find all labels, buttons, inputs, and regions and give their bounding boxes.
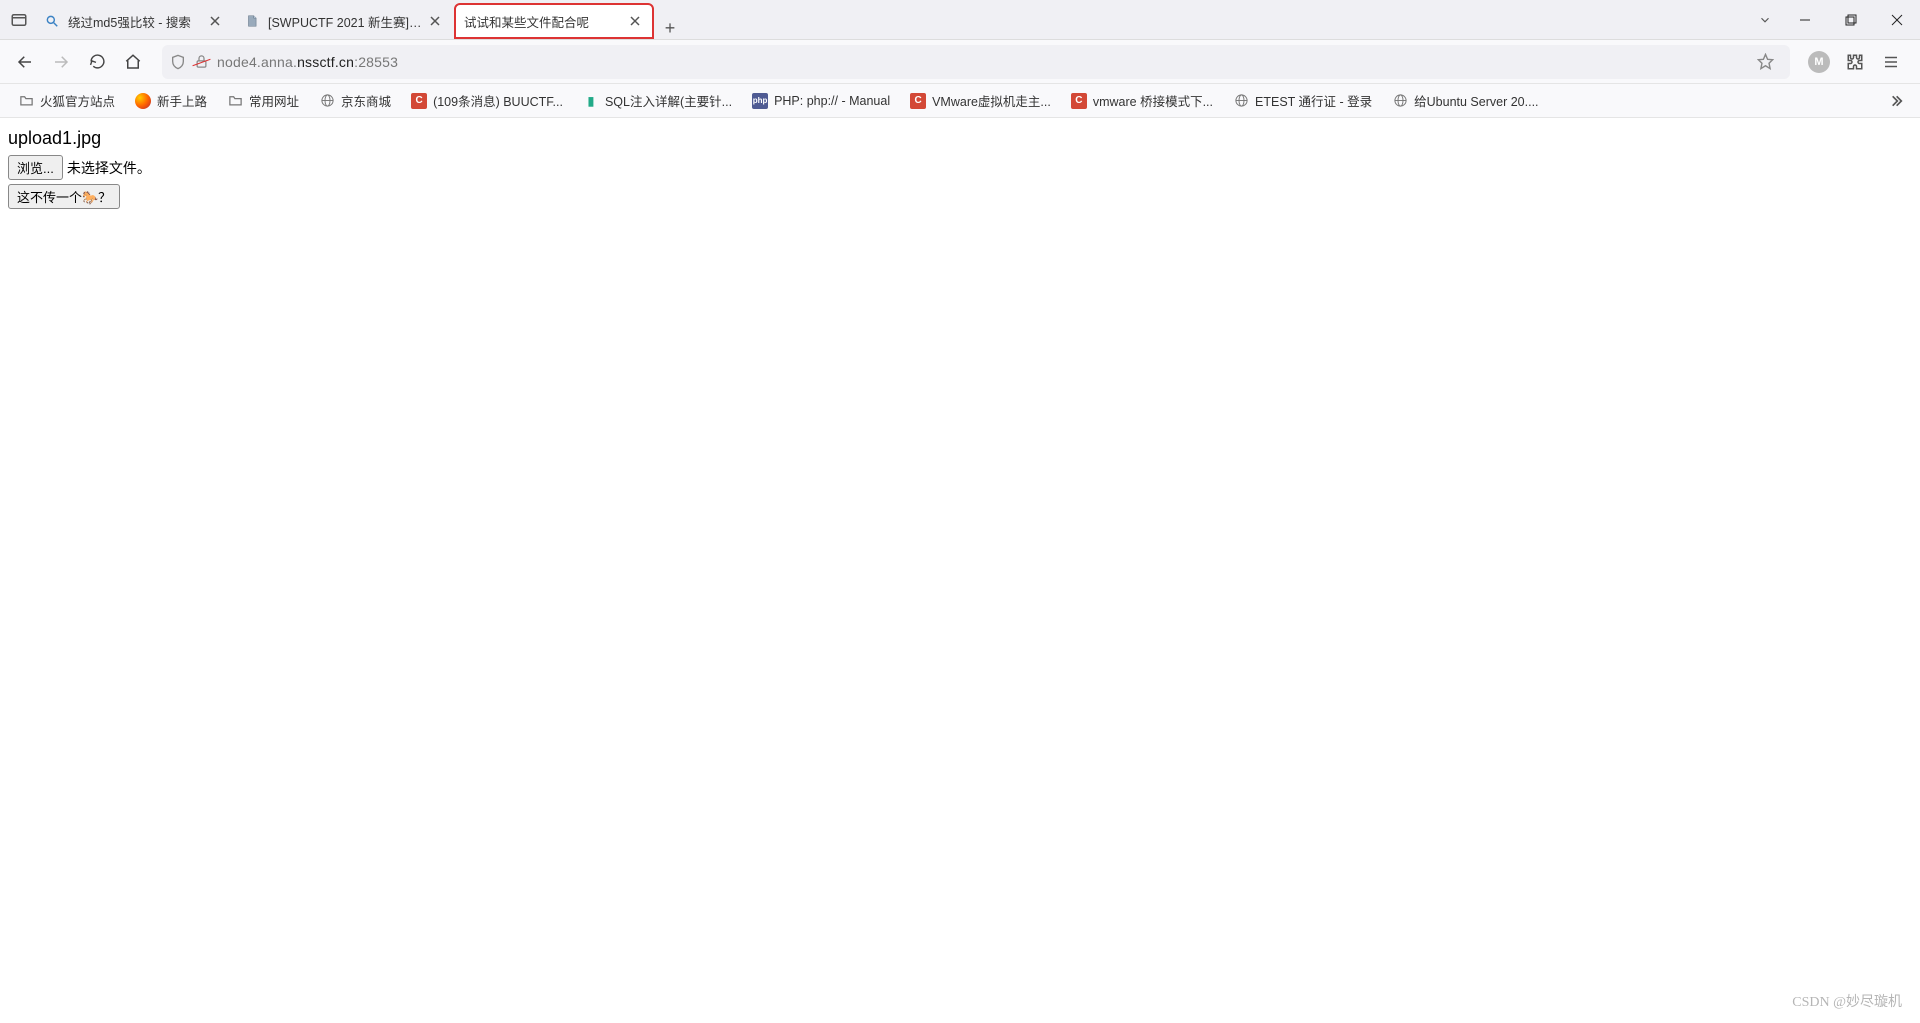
folder-icon bbox=[18, 93, 34, 109]
submit-button[interactable]: 这不传一个🐎？ bbox=[8, 184, 120, 209]
minimize-button[interactable] bbox=[1782, 0, 1828, 40]
tab-1[interactable]: [SWPUCTF 2021 新生赛]easyu bbox=[234, 3, 454, 39]
page-icon bbox=[244, 13, 260, 29]
tab-2-active[interactable]: 试试和某些文件配合呢 bbox=[454, 3, 654, 39]
tab-0[interactable]: 绕过md5强比较 - 搜索 bbox=[34, 3, 234, 39]
bookmark-item[interactable]: php PHP: php:// - Manual bbox=[744, 89, 898, 113]
hamburger-icon bbox=[1882, 53, 1900, 71]
lock-insecure-icon bbox=[194, 54, 209, 69]
puzzle-icon bbox=[1846, 53, 1864, 71]
bookmarks-overflow[interactable] bbox=[1882, 89, 1910, 113]
reload-button[interactable] bbox=[80, 45, 114, 79]
globe-icon bbox=[319, 93, 335, 109]
url-text: node4.anna.nssctf.cn:28553 bbox=[217, 54, 1740, 70]
home-icon bbox=[124, 53, 142, 71]
file-input-row: 浏览... 未选择文件。 bbox=[8, 155, 1912, 180]
close-window-button[interactable] bbox=[1874, 0, 1920, 40]
tab-close-icon[interactable] bbox=[626, 12, 644, 30]
security-indicator[interactable] bbox=[170, 54, 209, 70]
csdn-icon: C bbox=[910, 93, 926, 109]
bookmark-label: 火狐官方站点 bbox=[40, 91, 115, 110]
globe-icon bbox=[1392, 93, 1408, 109]
firefox-icon bbox=[135, 93, 151, 109]
csdn-icon: C bbox=[411, 93, 427, 109]
chevron-double-right-icon bbox=[1888, 93, 1904, 109]
bookmark-star-button[interactable] bbox=[1748, 45, 1782, 79]
file-status-text: 未选择文件。 bbox=[67, 158, 151, 178]
home-button[interactable] bbox=[116, 45, 150, 79]
page-content: upload1.jpg 浏览... 未选择文件。 这不传一个🐎？ CSDN @妙… bbox=[0, 118, 1920, 1023]
shield-icon bbox=[170, 54, 186, 70]
bookmark-label: 常用网址 bbox=[249, 91, 299, 110]
bookmark-item[interactable]: ETEST 通行证 - 登录 bbox=[1225, 87, 1380, 114]
avatar-icon: M bbox=[1808, 51, 1830, 73]
back-button[interactable] bbox=[8, 45, 42, 79]
app-menu-button[interactable] bbox=[1874, 45, 1908, 79]
bookmark-label: SQL注入详解(主要针... bbox=[605, 91, 732, 110]
bookmark-label: 给Ubuntu Server 20.... bbox=[1414, 91, 1538, 110]
forward-button[interactable] bbox=[44, 45, 78, 79]
profile-button[interactable]: M bbox=[1802, 45, 1836, 79]
bookmark-item[interactable]: 常用网址 bbox=[219, 87, 307, 114]
globe-icon bbox=[1233, 93, 1249, 109]
search-icon bbox=[44, 13, 60, 29]
bookmark-item[interactable]: Cvmware 桥接模式下... bbox=[1063, 87, 1221, 114]
php-icon: php bbox=[752, 93, 768, 109]
titlebar: 绕过md5强比较 - 搜索 [SWPUCTF 2021 新生赛]easyu 试试… bbox=[0, 0, 1920, 40]
arrow-left-icon bbox=[16, 53, 34, 71]
arrow-right-icon bbox=[52, 53, 70, 71]
bookmark-item[interactable]: 火狐官方站点 bbox=[10, 87, 123, 114]
new-tab-button[interactable]: + bbox=[654, 18, 686, 39]
nav-toolbar: node4.anna.nssctf.cn:28553 M bbox=[0, 40, 1920, 84]
watermark-text: CSDN @妙尽璇机 bbox=[1792, 991, 1902, 1011]
tab-close-icon[interactable] bbox=[426, 12, 444, 30]
tab-strip: 绕过md5强比较 - 搜索 [SWPUCTF 2021 新生赛]easyu 试试… bbox=[34, 0, 1748, 39]
tab-label: 绕过md5强比较 - 搜索 bbox=[68, 12, 202, 31]
bookmark-label: (109条消息) BUUCTF... bbox=[433, 91, 563, 110]
folder-icon bbox=[227, 93, 243, 109]
bookmark-label: VMware虚拟机走主... bbox=[932, 91, 1051, 110]
address-bar[interactable]: node4.anna.nssctf.cn:28553 bbox=[162, 45, 1790, 79]
bookmark-item[interactable]: 新手上路 bbox=[127, 87, 215, 114]
star-icon bbox=[1757, 53, 1774, 70]
browse-button[interactable]: 浏览... bbox=[8, 155, 63, 180]
sidebar-toggle[interactable] bbox=[0, 0, 34, 39]
green-bar-icon: ▮ bbox=[583, 93, 599, 109]
panel-icon bbox=[10, 11, 28, 29]
bookmark-item[interactable]: ▮ SQL注入详解(主要针... bbox=[575, 87, 740, 114]
tab-label: [SWPUCTF 2021 新生赛]easyu bbox=[268, 12, 422, 31]
maximize-button[interactable] bbox=[1828, 0, 1874, 40]
chevron-down-icon bbox=[1758, 13, 1772, 27]
tab-close-icon[interactable] bbox=[206, 12, 224, 30]
window-controls bbox=[1748, 0, 1920, 39]
extensions-button[interactable] bbox=[1838, 45, 1872, 79]
bookmark-item[interactable]: C (109条消息) BUUCTF... bbox=[403, 87, 571, 114]
bookmarks-bar: 火狐官方站点 新手上路 常用网址 京东商城 C (109条消息) BUUCTF..… bbox=[0, 84, 1920, 118]
tabs-dropdown[interactable] bbox=[1748, 0, 1782, 40]
page-heading: upload1.jpg bbox=[8, 128, 1912, 149]
toolbar-right: M bbox=[1802, 45, 1912, 79]
bookmark-item[interactable]: 京东商城 bbox=[311, 87, 399, 114]
plus-icon: + bbox=[665, 18, 676, 39]
bookmark-item[interactable]: 给Ubuntu Server 20.... bbox=[1384, 87, 1546, 114]
bookmark-item[interactable]: C VMware虚拟机走主... bbox=[902, 87, 1059, 114]
csdn-icon: C bbox=[1071, 93, 1087, 109]
bookmark-label: 京东商城 bbox=[341, 91, 391, 110]
bookmark-label: 新手上路 bbox=[157, 91, 207, 110]
reload-icon bbox=[89, 53, 106, 70]
bookmark-label: PHP: php:// - Manual bbox=[774, 94, 890, 108]
tab-label: 试试和某些文件配合呢 bbox=[464, 12, 622, 31]
bookmark-label: vmware 桥接模式下... bbox=[1093, 91, 1213, 110]
bookmark-label: ETEST 通行证 - 登录 bbox=[1255, 91, 1372, 110]
